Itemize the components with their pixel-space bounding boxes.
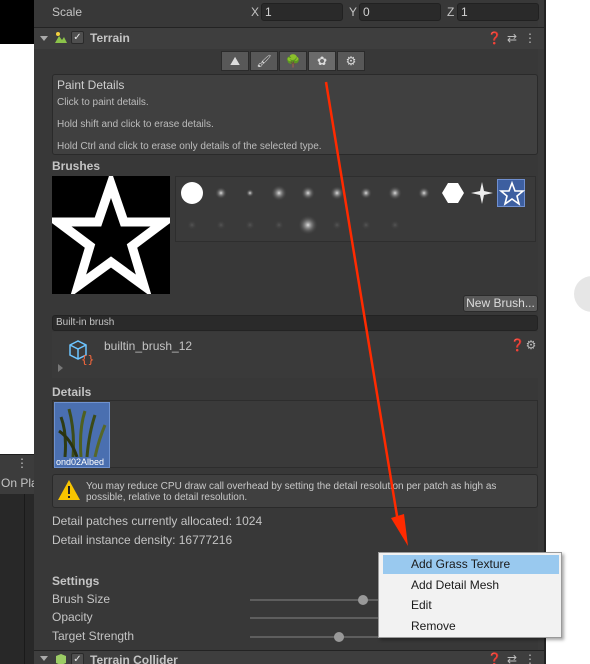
- context-menu-item[interactable]: Edit: [383, 596, 559, 615]
- context-menu-item[interactable]: Add Grass Texture: [383, 555, 559, 574]
- context-menu-item[interactable]: Add Detail Mesh: [383, 576, 559, 595]
- details-context-menu: Add Grass Texture Add Detail Mesh Edit Remo…: [378, 552, 562, 638]
- context-menu-item[interactable]: Remove: [383, 617, 559, 636]
